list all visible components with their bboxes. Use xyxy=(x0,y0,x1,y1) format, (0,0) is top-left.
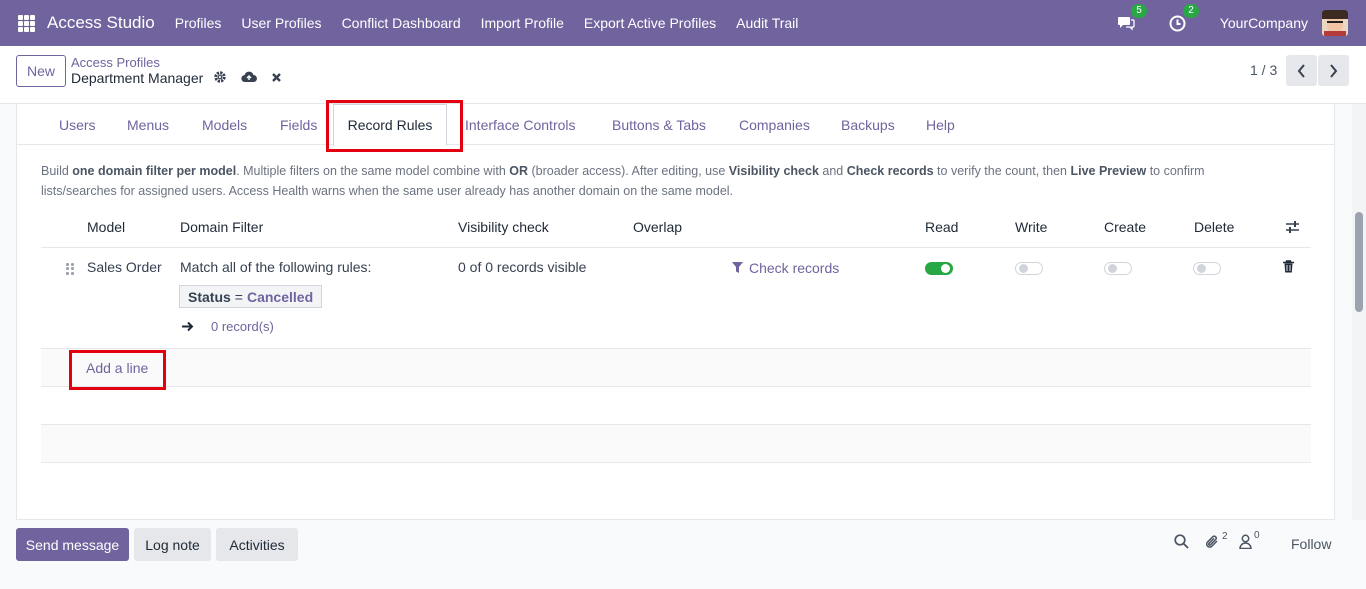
col-domain-filter[interactable]: Domain Filter xyxy=(180,219,263,235)
table-row[interactable]: Sales Order Match all of the following r… xyxy=(41,248,1311,349)
apps-menu-icon[interactable] xyxy=(18,14,35,32)
messages-icon[interactable]: 5 xyxy=(1116,4,1147,33)
arrow-right-icon xyxy=(181,319,194,335)
col-read[interactable]: Read xyxy=(925,219,958,235)
check-records-button[interactable]: Check records xyxy=(732,260,839,276)
pager-value[interactable]: 1 / 3 xyxy=(1250,62,1277,78)
attachments-button[interactable]: 2 xyxy=(1205,530,1228,550)
record-count-link[interactable]: 0 record(s) xyxy=(211,319,274,334)
cell-visibility: 0 of 0 records visible xyxy=(458,259,587,275)
search-messages-icon[interactable] xyxy=(1174,534,1189,549)
filter-icon xyxy=(732,262,743,273)
discard-icon[interactable] xyxy=(271,72,282,83)
pager-next-button[interactable] xyxy=(1318,55,1349,86)
activities-badge: 2 xyxy=(1183,4,1199,18)
highlight-box-record-rules xyxy=(326,100,463,152)
page-scrollbar[interactable] xyxy=(1352,104,1366,520)
gear-icon[interactable] xyxy=(213,70,227,84)
tab-companies[interactable]: Companies xyxy=(739,117,810,133)
activities-button[interactable]: Activities xyxy=(216,528,298,561)
empty-row xyxy=(41,387,1311,425)
new-button[interactable]: New xyxy=(16,55,66,87)
record-rules-description: Build one domain filter per model. Multi… xyxy=(41,164,1205,198)
create-toggle[interactable] xyxy=(1104,262,1132,275)
user-icon xyxy=(1239,534,1252,549)
tab-buttons-tabs[interactable]: Buttons & Tabs xyxy=(612,117,706,133)
tab-interface-controls[interactable]: Interface Controls xyxy=(465,117,576,133)
follow-button[interactable]: Follow xyxy=(1291,536,1331,552)
form-sheet: Users Menus Models Fields Record Rules I… xyxy=(16,100,1335,520)
tab-users[interactable]: Users xyxy=(59,117,96,133)
paperclip-icon xyxy=(1205,535,1218,548)
cell-domain-intro[interactable]: Match all of the following rules: xyxy=(180,259,371,275)
table-header: Model Domain Filter Visibility check Ove… xyxy=(41,208,1311,248)
tab-backups[interactable]: Backups xyxy=(841,117,895,133)
cell-model[interactable]: Sales Order xyxy=(87,259,162,275)
tab-help[interactable]: Help xyxy=(926,117,955,133)
write-toggle[interactable] xyxy=(1015,262,1043,275)
cloud-save-icon[interactable] xyxy=(241,71,257,83)
scrollbar-thumb[interactable] xyxy=(1355,212,1363,312)
optional-columns-icon[interactable] xyxy=(1285,220,1300,237)
col-delete[interactable]: Delete xyxy=(1194,219,1234,235)
tab-fields[interactable]: Fields xyxy=(280,117,317,133)
nav-import-profile[interactable]: Import Profile xyxy=(481,15,564,31)
highlight-box-add-line xyxy=(69,350,166,390)
company-switcher[interactable]: YourCompany xyxy=(1220,15,1308,31)
top-navbar: Access Studio Profiles User Profiles Con… xyxy=(0,0,1366,46)
messages-badge: 5 xyxy=(1131,4,1147,18)
notebook-tabs: Users Menus Models Fields Record Rules I… xyxy=(17,100,1334,152)
col-write[interactable]: Write xyxy=(1015,219,1047,235)
log-note-button[interactable]: Log note xyxy=(134,528,211,561)
add-line-row: Add a line xyxy=(41,349,1311,390)
drag-handle-icon[interactable] xyxy=(66,263,74,275)
tab-models[interactable]: Models xyxy=(202,117,247,133)
followers-button[interactable]: 0 xyxy=(1239,530,1260,549)
delete-toggle[interactable] xyxy=(1193,262,1221,275)
col-create[interactable]: Create xyxy=(1104,219,1146,235)
attachments-count: 2 xyxy=(1222,530,1228,542)
trash-icon[interactable] xyxy=(1283,260,1294,276)
col-visibility-check[interactable]: Visibility check xyxy=(458,219,549,235)
domain-rule-chip[interactable]: Status = Cancelled xyxy=(179,285,323,308)
chatter-bar: Send message Log note Activities 2 0 Fol… xyxy=(0,520,1366,589)
send-message-button[interactable]: Send message xyxy=(16,528,129,561)
record-actions xyxy=(213,70,296,84)
app-brand[interactable]: Access Studio xyxy=(47,13,155,33)
chevron-left-icon xyxy=(1297,63,1305,78)
nav-audit-trail[interactable]: Audit Trail xyxy=(736,15,798,31)
nav-conflict-dashboard[interactable]: Conflict Dashboard xyxy=(342,15,461,31)
chevron-right-icon xyxy=(1330,63,1338,78)
col-overlap[interactable]: Overlap xyxy=(633,219,682,235)
control-panel: New Access Profiles Department Manager 1… xyxy=(0,46,1366,104)
nav-user-profiles[interactable]: User Profiles xyxy=(241,15,321,31)
breadcrumb-current: Department Manager xyxy=(71,70,204,86)
tab-menus[interactable]: Menus xyxy=(127,117,169,133)
read-toggle[interactable] xyxy=(925,262,953,275)
user-avatar[interactable] xyxy=(1322,10,1348,36)
followers-count: 0 xyxy=(1254,530,1260,541)
activities-clock-icon[interactable]: 2 xyxy=(1168,4,1199,33)
col-model[interactable]: Model xyxy=(87,219,125,235)
nav-profiles[interactable]: Profiles xyxy=(175,15,222,31)
nav-export-active-profiles[interactable]: Export Active Profiles xyxy=(584,15,716,31)
breadcrumb-parent[interactable]: Access Profiles xyxy=(71,55,160,70)
empty-row xyxy=(41,425,1311,463)
pager-previous-button[interactable] xyxy=(1286,55,1317,86)
